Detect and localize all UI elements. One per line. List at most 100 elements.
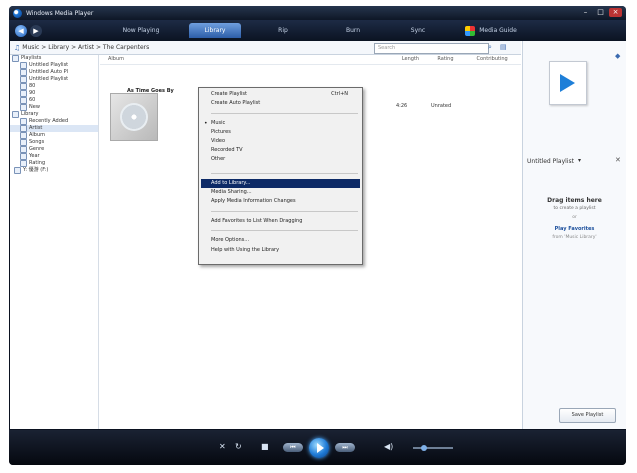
- nav-tree-item[interactable]: 90: [10, 90, 98, 97]
- menu-item-label: Pictures: [211, 129, 231, 135]
- menu-item[interactable]: Apply Media Information Changes: [201, 197, 360, 206]
- menu-separator: [211, 113, 358, 114]
- menu-item-label: Video: [211, 138, 226, 144]
- menu-item[interactable]: Video: [201, 137, 360, 146]
- repeat-icon[interactable]: ↻: [235, 442, 242, 451]
- forward-arrow-icon[interactable]: ▶: [30, 24, 42, 37]
- menu-item-label: Create Auto Playlist: [211, 100, 261, 106]
- tab-library[interactable]: Library: [189, 23, 241, 38]
- nav-tree-item[interactable]: Untitled Playlist: [10, 76, 98, 83]
- minimize-icon[interactable]: –: [579, 8, 592, 17]
- nav-tree-label: Songs: [29, 139, 45, 145]
- menu-item[interactable]: Create Auto Playlist: [201, 99, 360, 108]
- nav-tree-item[interactable]: Year: [10, 153, 98, 160]
- play-button[interactable]: [309, 438, 329, 458]
- volume-slider[interactable]: [413, 445, 453, 451]
- menu-item[interactable]: Add to Library...: [201, 179, 360, 188]
- menu-item[interactable]: Create Playlist Ctrl+N: [201, 90, 360, 99]
- chevron-down-icon[interactable]: ▾: [578, 157, 581, 164]
- search-input[interactable]: Search: [374, 43, 489, 54]
- tree-node-icon: [12, 111, 19, 118]
- nav-tree-item[interactable]: Songs: [10, 139, 98, 146]
- nav-tree-item[interactable]: Untitled Playlist: [10, 62, 98, 69]
- search-icon[interactable]: ⌕: [488, 43, 492, 52]
- nav-tree-item[interactable]: Library: [10, 111, 98, 118]
- nav-tree-item[interactable]: New: [10, 104, 98, 111]
- col-contributing[interactable]: Contributing: [477, 55, 521, 64]
- nav-tree-label: Artist: [29, 125, 43, 131]
- menu-item-label: Create Playlist: [211, 91, 247, 97]
- nav-tree-label: 80: [29, 83, 36, 89]
- track-rating[interactable]: Unrated: [431, 103, 451, 110]
- tab-sync[interactable]: Sync: [394, 23, 442, 38]
- next-icon[interactable]: ⏭: [335, 443, 355, 452]
- nav-tree-label: Untitled Playlist: [29, 62, 69, 68]
- col-album[interactable]: Album: [100, 55, 144, 64]
- nav-tree-item[interactable]: Y: 優游 (F:): [10, 167, 98, 174]
- column-headers: Album Length Rating Contributing: [100, 55, 521, 65]
- save-playlist-button[interactable]: Save Playlist: [559, 408, 616, 423]
- help-icon[interactable]: ◆: [615, 52, 620, 60]
- menu-item[interactable]: Help with Using the Library: [201, 246, 360, 255]
- col-blank-1: [144, 55, 302, 64]
- menu-item[interactable]: Other: [201, 155, 360, 164]
- close-icon[interactable]: ✕: [615, 156, 621, 164]
- nav-tree-item[interactable]: Artist: [10, 125, 98, 132]
- menu-separator: [211, 230, 358, 231]
- menu-item-label: Add to Library...: [211, 180, 251, 186]
- menu-item[interactable]: Media Sharing...: [201, 188, 360, 197]
- shuffle-icon[interactable]: ✕: [219, 442, 226, 451]
- menu-item[interactable]: • Music: [201, 119, 360, 128]
- library-dropdown-menu: Create Playlist Ctrl+N Create Auto Playlis…: [198, 87, 363, 265]
- menu-item[interactable]: More Options...: [201, 236, 360, 245]
- back-arrow-icon[interactable]: ◀: [15, 24, 27, 37]
- col-rating[interactable]: Rating: [437, 55, 476, 64]
- previous-icon[interactable]: ⏮: [283, 443, 303, 452]
- tab-bar: ◀ ▶ Now Playing Library Rip Burn Sync Me…: [9, 20, 626, 41]
- tree-node-icon: [20, 118, 27, 125]
- tab-now-playing[interactable]: Now Playing: [109, 23, 173, 38]
- list-pane: ◆ Untitled Playlist ▾ ✕ Drag items here …: [522, 41, 626, 429]
- nav-tree-item[interactable]: 60: [10, 97, 98, 104]
- nav-tree-item[interactable]: Album: [10, 132, 98, 139]
- tree-node-icon: [20, 104, 27, 111]
- close-icon[interactable]: ×: [609, 8, 622, 17]
- drag-items-subhint: to create a playlist: [553, 206, 596, 211]
- tab-media-guide[interactable]: Media Guide: [451, 23, 531, 38]
- media-guide-icon: [465, 25, 476, 36]
- nav-tree-label: New: [29, 104, 40, 110]
- nav-tree-item[interactable]: Playlists: [10, 55, 98, 62]
- tab-burn[interactable]: Burn: [329, 23, 377, 38]
- menu-item-label: Media Sharing...: [211, 189, 252, 195]
- track-length: 4:26: [396, 103, 408, 109]
- tree-node-icon: [20, 83, 27, 90]
- maximize-icon[interactable]: □: [594, 8, 607, 17]
- tree-node-icon: [20, 69, 27, 76]
- tree-node-icon: [20, 146, 27, 153]
- menu-item-label: Help with Using the Library: [211, 247, 280, 253]
- tree-node-icon: [20, 76, 27, 83]
- list-name[interactable]: Untitled Playlist: [527, 158, 574, 165]
- nav-tree-item[interactable]: Genre: [10, 146, 98, 153]
- tab-rip[interactable]: Rip: [259, 23, 307, 38]
- nav-tree-label: 60: [29, 97, 36, 103]
- menu-item[interactable]: Add Favorites to List When Dragging: [201, 217, 360, 226]
- play-favorites-link[interactable]: Play Favorites: [523, 226, 626, 232]
- nav-tree-item[interactable]: Untitled Auto Pl: [10, 69, 98, 76]
- menu-item[interactable]: Recorded TV: [201, 146, 360, 155]
- window-controls: – □ ×: [579, 8, 622, 17]
- mute-icon[interactable]: ◀): [384, 442, 393, 451]
- nav-tree-item[interactable]: Rating: [10, 160, 98, 167]
- tree-node-icon: [12, 55, 19, 62]
- nav-tree-item[interactable]: 80: [10, 83, 98, 90]
- album-art[interactable]: [110, 93, 158, 141]
- breadcrumb[interactable]: Music > Library > Artist > The Carpenter…: [22, 44, 149, 51]
- play-favorites-source: from 'Music Library': [552, 235, 597, 240]
- nav-tree-label: Library: [21, 111, 39, 117]
- nav-tree-label: Untitled Playlist: [29, 76, 69, 82]
- view-options-icon[interactable]: ▤: [500, 43, 507, 51]
- menu-item[interactable]: Pictures: [201, 128, 360, 137]
- nav-tree-item[interactable]: Recently Added: [10, 118, 98, 125]
- col-length[interactable]: Length: [302, 55, 438, 64]
- stop-icon[interactable]: ■: [261, 442, 269, 451]
